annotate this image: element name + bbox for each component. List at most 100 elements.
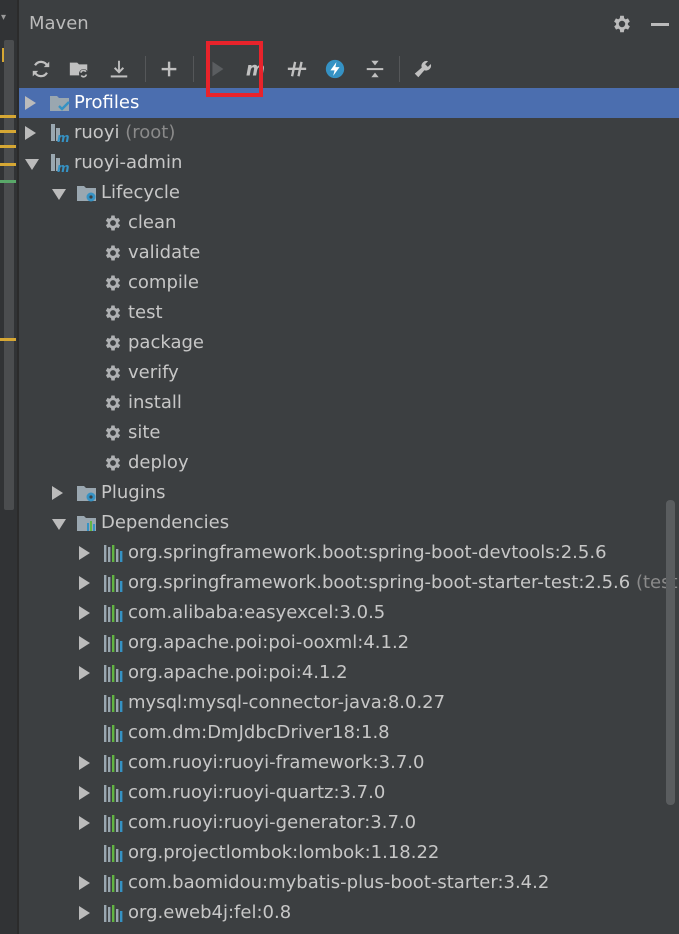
tree-row[interactable]: mysql:mysql-connector-java:8.0.27 xyxy=(19,688,679,718)
library-icon xyxy=(103,543,125,563)
tree-row[interactable]: com.ruoyi:ruoyi-framework:3.7.0 xyxy=(19,748,679,778)
tree-row[interactable]: org.apache.poi:poi:4.1.2 xyxy=(19,658,679,688)
tree-row[interactable]: validate xyxy=(19,238,679,268)
tree-row[interactable]: com.alibaba:easyexcel:3.0.5 xyxy=(19,598,679,628)
tree-row-label: deploy xyxy=(128,452,189,473)
tree-row-label: verify xyxy=(128,362,179,383)
tree-row[interactable]: verify xyxy=(19,358,679,388)
chevron-down-icon[interactable]: ▾ xyxy=(1,12,6,23)
library-icon xyxy=(103,753,125,773)
title-bar: Maven xyxy=(19,0,679,50)
vertical-scrollbar[interactable] xyxy=(666,500,675,805)
tree-row[interactable]: org.projectlombok:lombok:1.18.22 xyxy=(19,838,679,868)
tree-row-label: org.apache.poi:poi:4.1.2 xyxy=(128,662,348,683)
tree-row[interactable]: Profiles xyxy=(19,88,679,118)
tree-row[interactable]: org.springframework.boot:spring-boot-dev… xyxy=(19,538,679,568)
tree-row-label: com.alibaba:easyexcel:3.0.5 xyxy=(128,602,386,623)
maven-tool-window: Maven m Profiles m ruoyi (root) m ruoyi-… xyxy=(18,0,679,934)
tree-row[interactable]: package xyxy=(19,328,679,358)
maven-module-icon: m xyxy=(49,153,71,175)
tree-row-label: mysql:mysql-connector-java:8.0.27 xyxy=(128,692,446,713)
tree-row[interactable]: Dependencies xyxy=(19,508,679,538)
tree-row[interactable]: deploy xyxy=(19,448,679,478)
tree-row[interactable]: org.springframework.boot:spring-boot-sta… xyxy=(19,568,679,598)
settings-wrench-icon[interactable] xyxy=(409,55,437,83)
tree-row-label: org.projectlombok:lombok:1.18.22 xyxy=(128,842,440,863)
tree-row[interactable]: m ruoyi (root) xyxy=(19,118,679,148)
reimport-icon[interactable] xyxy=(27,55,55,83)
maven-module-icon: m xyxy=(49,123,71,145)
tree-row[interactable]: Plugins xyxy=(19,478,679,508)
generate-sources-icon[interactable] xyxy=(65,55,93,83)
chevron-right-icon[interactable] xyxy=(79,666,90,680)
gear-icon xyxy=(103,393,125,413)
tree-row-label: ruoyi (root) xyxy=(74,122,176,143)
toggle-offline-icon[interactable] xyxy=(283,55,311,83)
lifecycle-folder-icon xyxy=(76,183,98,203)
tree-row[interactable]: test xyxy=(19,298,679,328)
tree-row-label: org.eweb4j:fel:0.8 xyxy=(128,902,292,923)
highlight-box xyxy=(206,41,263,97)
chevron-down-icon[interactable] xyxy=(25,159,39,170)
library-icon xyxy=(103,903,125,923)
profiles-folder-icon xyxy=(49,93,71,113)
chevron-right-icon[interactable] xyxy=(79,606,90,620)
chevron-right-icon[interactable] xyxy=(79,816,90,830)
tree-row-label: ruoyi-admin xyxy=(74,152,183,173)
gear-icon xyxy=(103,363,125,383)
tree-row[interactable]: compile xyxy=(19,268,679,298)
chevron-right-icon[interactable] xyxy=(79,906,90,920)
library-icon xyxy=(103,663,125,683)
tree-row-suffix: (root) xyxy=(119,122,176,143)
tree-row[interactable]: clean xyxy=(19,208,679,238)
tree-row[interactable]: Lifecycle xyxy=(19,178,679,208)
change-marker xyxy=(0,115,16,118)
toolbar-separator xyxy=(145,56,146,82)
chevron-right-icon[interactable] xyxy=(79,756,90,770)
minimize-icon[interactable] xyxy=(651,23,669,26)
tree-row-label: com.baomidou:mybatis-plus-boot-starter:3… xyxy=(128,872,550,893)
chevron-right-icon[interactable] xyxy=(25,126,36,140)
collapse-all-icon[interactable] xyxy=(361,55,389,83)
tree-row-label: Profiles xyxy=(74,92,140,113)
download-icon[interactable] xyxy=(105,55,133,83)
editor-scrollbar[interactable] xyxy=(4,40,14,510)
library-icon xyxy=(103,783,125,803)
gear-icon xyxy=(103,453,125,473)
svg-text:m: m xyxy=(57,161,70,173)
tree-row[interactable]: m ruoyi-admin xyxy=(19,148,679,178)
gear-icon xyxy=(103,303,125,323)
tree-row[interactable]: com.ruoyi:ruoyi-quartz:3.7.0 xyxy=(19,778,679,808)
chevron-right-icon[interactable] xyxy=(52,486,63,500)
library-icon xyxy=(103,843,125,863)
chevron-right-icon[interactable] xyxy=(79,576,90,590)
plugins-folder-icon xyxy=(76,483,98,503)
chevron-right-icon[interactable] xyxy=(79,786,90,800)
chevron-right-icon[interactable] xyxy=(79,546,90,560)
change-marker xyxy=(0,130,16,133)
tree-row-label: Dependencies xyxy=(101,512,230,533)
tree-row[interactable]: com.dm:DmJdbcDriver18:1.8 xyxy=(19,718,679,748)
library-icon xyxy=(103,633,125,653)
tree-row-label: test xyxy=(128,302,163,323)
chevron-right-icon[interactable] xyxy=(79,636,90,650)
gear-icon[interactable] xyxy=(611,13,633,35)
tree-row[interactable]: com.baomidou:mybatis-plus-boot-starter:3… xyxy=(19,868,679,898)
chevron-down-icon[interactable] xyxy=(52,189,66,200)
library-icon xyxy=(103,873,125,893)
tree-row-label: com.dm:DmJdbcDriver18:1.8 xyxy=(128,722,390,743)
tree-row[interactable]: org.eweb4j:fel:0.8 xyxy=(19,898,679,928)
dependencies-folder-icon xyxy=(76,513,98,533)
chevron-down-icon[interactable] xyxy=(52,519,66,530)
library-icon xyxy=(103,573,125,593)
tree-row[interactable]: com.ruoyi:ruoyi-generator:3.7.0 xyxy=(19,808,679,838)
tree-row-label: install xyxy=(128,392,182,413)
add-icon[interactable] xyxy=(155,55,183,83)
tree-row[interactable]: org.apache.poi:poi-ooxml:4.1.2 xyxy=(19,628,679,658)
skip-tests-icon[interactable] xyxy=(321,55,349,83)
change-marker xyxy=(0,145,16,148)
chevron-right-icon[interactable] xyxy=(25,96,36,110)
tree-row[interactable]: install xyxy=(19,388,679,418)
chevron-right-icon[interactable] xyxy=(79,876,90,890)
tree-row[interactable]: site xyxy=(19,418,679,448)
